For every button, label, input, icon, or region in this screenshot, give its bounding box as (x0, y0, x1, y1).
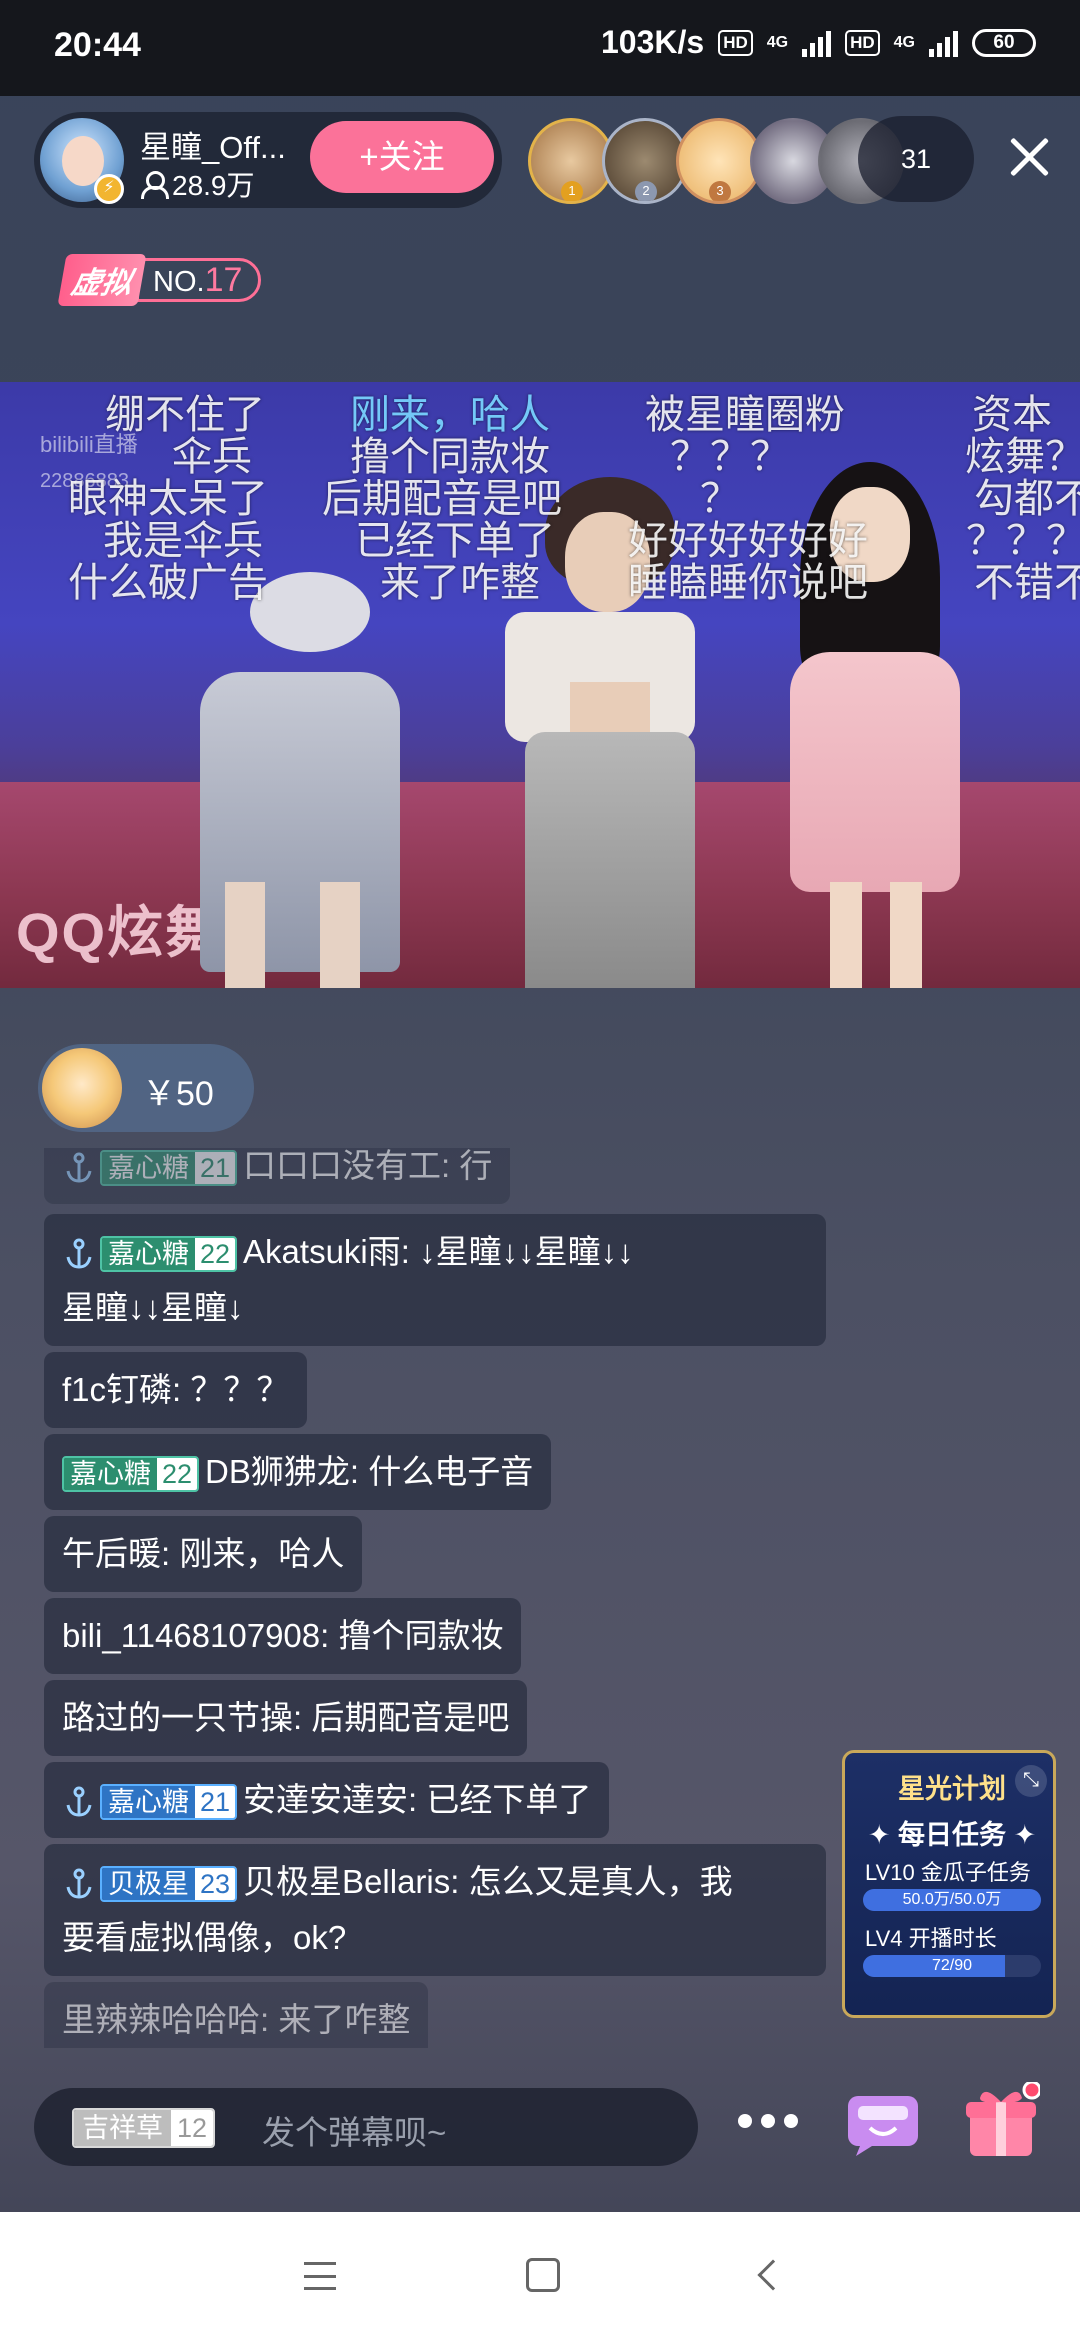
signal-icon-2 (929, 29, 958, 57)
anchor-icon (66, 1152, 92, 1183)
video-player[interactable]: bilibili直播 22886883 QQ炫舞 绷不住了 刚来，哈人 被星瞳圈… (0, 382, 1080, 988)
anchor-icon (66, 1786, 92, 1817)
network-type-2: 4G (893, 33, 915, 51)
task-2-progress-bar: 72/90 (863, 1955, 1041, 1977)
anchor-icon (66, 1868, 92, 1899)
chat-text: 路过的一只节操: 后期配音是吧 (62, 1699, 510, 1736)
chat-message: 贝极星 23 贝极星Bellaris: 怎么又是真人，我要看虚拟偶像，ok? (44, 1844, 826, 1976)
gift-sender-avatar (42, 1048, 122, 1128)
chat-message: 嘉心糖 21 安達安達安: 已经下单了 (44, 1762, 610, 1838)
chat-text: bili_11468107908: 撸个同款妆 (62, 1617, 504, 1654)
task-1-progress-bar: 50.0万/50.0万 (863, 1889, 1041, 1911)
performer-2-dress (790, 652, 960, 892)
gift-amount: ￥50 (142, 1075, 214, 1113)
viewer-count[interactable]: 31 (858, 116, 974, 202)
close-icon[interactable] (1004, 132, 1054, 182)
danmaku-input[interactable]: 吉祥草 12 发个弹幕呗~ (34, 2088, 698, 2166)
fan-medal[interactable]: 嘉心糖 21 (100, 1784, 238, 1821)
person-icon (140, 171, 169, 199)
fan-medal[interactable]: 嘉心糖 21 (100, 1150, 238, 1187)
fan-medal[interactable]: 嘉心糖 22 (62, 1456, 200, 1493)
chat-text: 贝极星Bellaris: 怎么又是真人，我 (243, 1863, 733, 1900)
rank-number: NO.17 (136, 258, 262, 302)
status-bar: 20:44 103K/s HD 4G HD 4G 60 (0, 0, 1080, 96)
signal-icon (802, 29, 832, 57)
chat-list[interactable]: 嘉心糖 21 口口口没有工: 行 嘉心糖 22 Akatsuki雨: ↓星瞳↓↓星瞳↓↓… (44, 1148, 844, 2048)
danmaku: 什么破广告 (68, 561, 268, 605)
danmaku: 不错不 (974, 561, 1080, 605)
chat-text-line2: 星瞳↓↓星瞳↓ (62, 1289, 244, 1326)
gift-icon[interactable] (962, 2082, 1040, 2160)
status-time: 20:44 (54, 26, 141, 64)
task-1-label: LV10 金瓜子任务 (865, 1860, 1031, 1885)
chat-message: 嘉心糖 21 口口口没有工: 行 (44, 1148, 511, 1204)
danmaku-settings-icon[interactable] (846, 2092, 920, 2158)
hd-icon-2: HD (845, 29, 880, 56)
gift-notification[interactable]: ￥50 (38, 1044, 254, 1132)
performer-1-pants (525, 732, 695, 988)
user-fan-medal[interactable]: 吉祥草 12 (72, 2108, 216, 2148)
follower-count-value: 28.9万 (172, 170, 255, 201)
danmaku: 睡瞌睡你说吧 (628, 561, 868, 605)
anchor-icon (66, 1238, 92, 1269)
chat-text: 里辣辣哈哈哈: 来了咋整 (62, 2001, 411, 2038)
star-plan-card[interactable]: 星光计划 ⤡ ✦ 每日任务 ✦ LV10 金瓜子任务 50.0万/50.0万 L… (842, 1750, 1056, 2018)
chat-message: 嘉心糖 22 DB狮狒龙: 什么电子音 (44, 1434, 552, 1510)
follower-count: 28.9万 (140, 164, 255, 204)
chat-text: f1c钉磷: ？？？ (62, 1371, 290, 1408)
chat-message: 嘉心糖 22 Akatsuki雨: ↓星瞳↓↓星瞳↓↓ 星瞳↓↓星瞳↓ (44, 1214, 826, 1346)
chat-text: 午后暖: 刚来，哈人 (62, 1535, 345, 1572)
chat-text: Akatsuki雨: ↓星瞳↓↓星瞳↓↓ (243, 1233, 634, 1270)
performer-2-leg (830, 882, 862, 988)
task-2-label: LV4 开播时长 (865, 1926, 997, 1951)
chat-text-line2: 要看虚拟偶像，ok? (62, 1919, 347, 1956)
virtual-avatar-hair (250, 572, 370, 652)
input-placeholder[interactable]: 发个弹幕呗~ (262, 2106, 446, 2154)
follow-button[interactable]: +关注 (310, 121, 494, 193)
chat-text: DB狮狒龙: 什么电子音 (205, 1453, 534, 1490)
virtual-avatar-leg (225, 882, 265, 988)
fan-medal[interactable]: 嘉心糖 22 (100, 1236, 238, 1273)
task-2-progress-text: 72/90 (931, 1957, 973, 1974)
battery-icon: 60 (972, 28, 1036, 57)
chat-message: f1c钉磷: ？？？ (44, 1352, 308, 1428)
network-speed: 103K/s (601, 24, 705, 60)
viewer-rank-2: 2 (635, 181, 657, 201)
chat-message: 里辣辣哈哈哈: 来了咋整 (44, 1982, 429, 2048)
collapse-icon[interactable]: ⤡ (1015, 1765, 1047, 1797)
fan-medal[interactable]: 贝极星 23 (100, 1866, 238, 1903)
network-type: 4G (766, 33, 789, 51)
task-1-progress-text: 50.0万/50.0万 (902, 1891, 1002, 1908)
hd-icon: HD (718, 29, 753, 56)
chat-message: 路过的一只节操: 后期配音是吧 (44, 1680, 528, 1756)
performer-2-leg-2 (890, 882, 922, 988)
viewer-rank-3: 3 (709, 181, 731, 201)
recent-apps-icon[interactable] (304, 2262, 336, 2290)
stage-logo: QQ炫舞 (16, 901, 224, 964)
rank-badge[interactable]: 虚拟 NO.17 (57, 254, 262, 306)
home-icon[interactable] (526, 2258, 560, 2292)
chat-text: 口口口没有工: 行 (243, 1148, 493, 1184)
daily-task-title: ✦ 每日任务 ✦ (867, 1820, 1037, 1850)
virtual-avatar-leg-2 (320, 882, 360, 988)
chat-message: bili_11468107908: 撸个同款妆 (44, 1598, 522, 1674)
chat-message: 午后暖: 刚来，哈人 (44, 1516, 363, 1592)
chat-text: 安達安達安: 已经下单了 (243, 1781, 592, 1818)
viewer-rank-1: 1 (561, 181, 583, 201)
rank-category: 虚拟 (57, 254, 147, 306)
status-indicators: 103K/s HD 4G HD 4G 60 (601, 24, 1036, 61)
more-icon[interactable] (738, 2114, 798, 2134)
danmaku: 来了咋整 (380, 561, 540, 605)
verified-icon: ⚡ (94, 174, 124, 204)
